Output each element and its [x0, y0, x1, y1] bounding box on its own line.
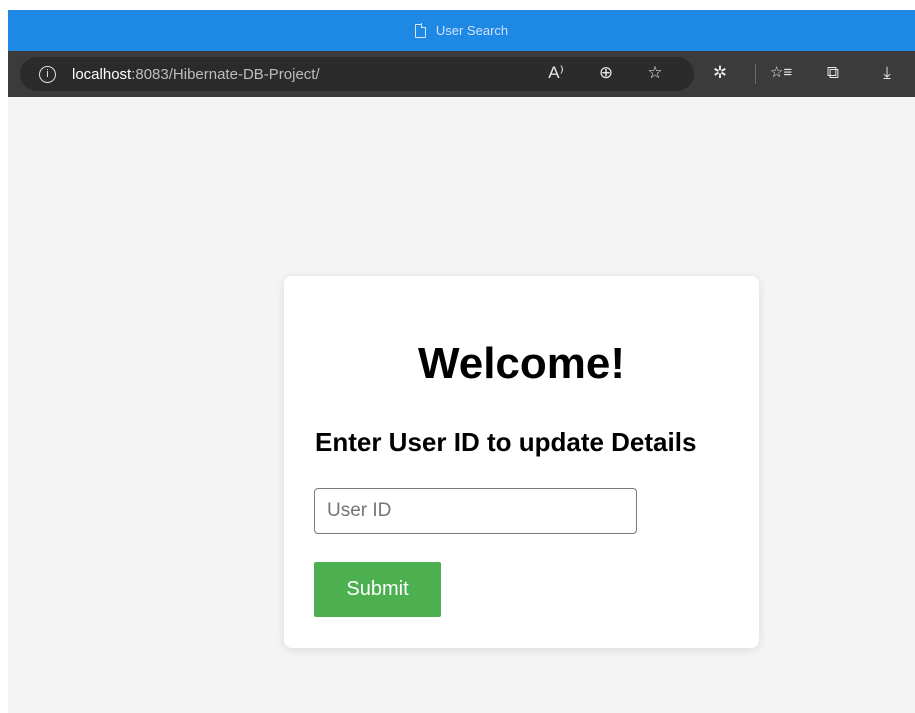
- welcome-heading: Welcome!: [417, 339, 626, 388]
- toolbar-divider: [755, 64, 756, 84]
- page-icon: [414, 23, 427, 38]
- collections-icon[interactable]: ⧉: [820, 60, 846, 86]
- url-host: localhost: [72, 65, 132, 83]
- downloads-icon[interactable]: ⤓: [874, 60, 900, 86]
- browser-toolbar: i localhost:8083/Hibernate-DB-Project/ A…: [8, 51, 915, 97]
- user-id-input[interactable]: [314, 488, 637, 534]
- zoom-icon[interactable]: ⊕: [593, 60, 619, 86]
- window-titlebar: User Search: [8, 10, 915, 51]
- submit-button[interactable]: Submit: [314, 562, 441, 617]
- page-content: Welcome! Enter User ID to update Details…: [8, 97, 915, 713]
- search-card: Welcome! Enter User ID to update Details…: [284, 276, 759, 648]
- favorite-star-icon[interactable]: ☆: [642, 60, 668, 86]
- extensions-icon[interactable]: ✲: [707, 60, 733, 86]
- instruction-heading: Enter User ID to update Details: [315, 427, 697, 457]
- read-aloud-icon[interactable]: A⁾: [543, 60, 569, 86]
- url-path: :8083/Hibernate-DB-Project/: [131, 65, 320, 83]
- info-icon[interactable]: i: [39, 65, 56, 83]
- favorites-icon[interactable]: ☆≡: [764, 60, 798, 86]
- window-title: User Search: [435, 23, 509, 38]
